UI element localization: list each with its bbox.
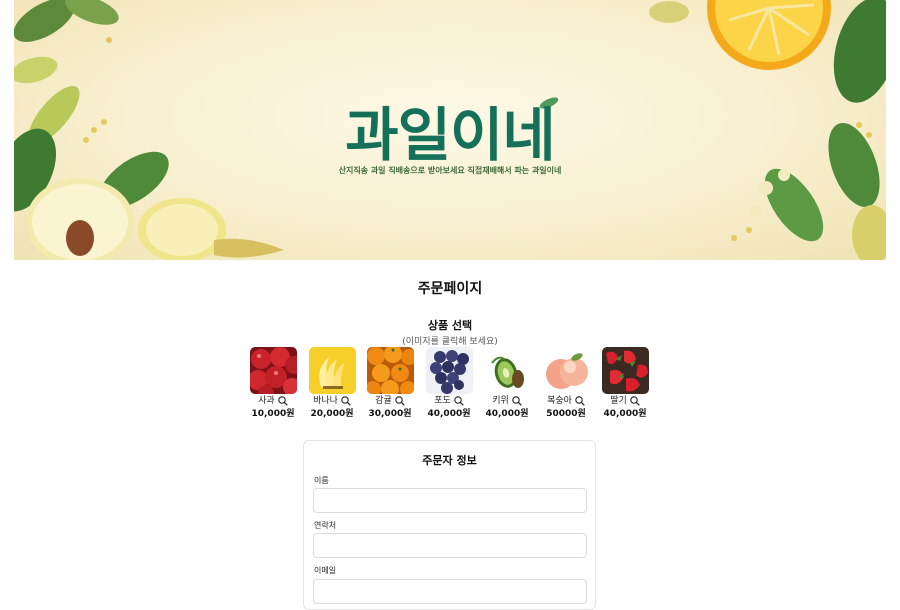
orderer-info-title: 주문자 정보 (422, 454, 477, 467)
phone-label: 연락처 (314, 521, 337, 530)
product-price: 40,000원 (485, 409, 529, 419)
product-price: 10,000원 (251, 409, 295, 419)
page-title: 주문페이지 (417, 281, 483, 297)
strawberry-icon[interactable] (601, 347, 649, 394)
product-list: 사과 10,000원 바나나 20,000원 감귤 30,000원 포도 40,… (249, 347, 659, 425)
brand-title: 과일이네 (345, 101, 555, 169)
magnifier-icon[interactable] (575, 395, 585, 406)
magnifier-icon[interactable] (630, 395, 640, 406)
product-name: 감귤 (375, 396, 392, 406)
orderer-info-card: 주문자 정보 이름 연락처 이메일 (303, 440, 596, 610)
magnifier-icon[interactable] (278, 395, 288, 406)
product-name: 키위 (492, 396, 509, 406)
product-item-grape[interactable]: 포도 40,000원 (420, 347, 478, 421)
name-label: 이름 (314, 476, 329, 485)
product-section-title: 상품 선택 (427, 319, 473, 332)
grape-icon[interactable] (425, 347, 473, 394)
tangerine-icon[interactable] (366, 347, 414, 394)
magnifier-icon[interactable] (395, 395, 405, 406)
product-name: 사과 (258, 396, 275, 406)
product-item-strawberry[interactable]: 딸기 40,000원 (596, 347, 654, 421)
name-field[interactable] (313, 488, 587, 513)
brand-subtitle: 산지직송 과일 직배송으로 받아보세요 직접재배해서 파는 과일이네 (338, 166, 562, 175)
apple-icon[interactable] (249, 347, 297, 394)
product-price: 40,000원 (427, 409, 471, 419)
peach-icon[interactable] (542, 347, 590, 394)
hero-banner: 과일이네 산지직송 과일 직배송으로 받아보세요 직접재배해서 파는 과일이네 (14, 0, 886, 260)
product-price: 20,000원 (310, 409, 354, 419)
phone-field[interactable] (313, 533, 587, 558)
magnifier-icon[interactable] (454, 395, 464, 406)
banana-icon[interactable] (308, 347, 356, 394)
magnifier-icon[interactable] (341, 395, 351, 406)
product-price: 30,000원 (368, 409, 412, 419)
product-name: 포도 (434, 396, 451, 406)
product-name: 딸기 (610, 396, 627, 406)
product-item-kiwi[interactable]: 키위 40,000원 (478, 347, 536, 421)
magnifier-icon[interactable] (512, 395, 522, 406)
product-item-tangerine[interactable]: 감귤 30,000원 (361, 347, 419, 421)
kiwi-icon[interactable] (483, 347, 531, 394)
product-item-banana[interactable]: 바나나 20,000원 (303, 347, 361, 421)
product-name: 복숭아 (547, 396, 572, 406)
product-name: 바나나 (313, 396, 338, 406)
product-item-apple[interactable]: 사과 10,000원 (244, 347, 302, 421)
product-section-hint: (이미지를 클릭해 보세요) (402, 337, 498, 347)
product-item-peach[interactable]: 복숭아 50000원 (537, 347, 595, 421)
email-field[interactable] (313, 579, 587, 604)
product-price: 50000원 (546, 409, 586, 419)
product-price: 40,000원 (603, 409, 647, 419)
email-label: 이메일 (314, 566, 337, 575)
